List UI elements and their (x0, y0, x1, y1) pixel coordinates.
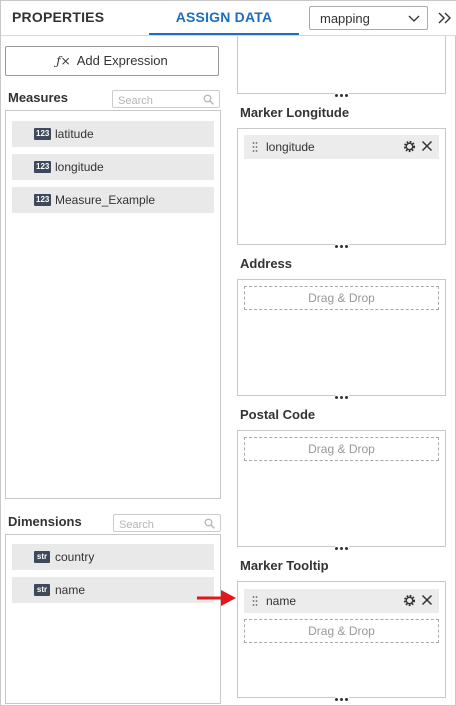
dimensions-heading: Dimensions (8, 514, 82, 529)
gear-icon[interactable] (403, 594, 416, 607)
list-item-longitude[interactable]: 123 longitude (12, 154, 214, 180)
number-type-badge: 123 (34, 161, 52, 173)
fx-icon: ƒ× (56, 54, 71, 68)
drag-drop-placeholder[interactable]: Drag & Drop (244, 619, 439, 643)
search-icon (203, 94, 214, 105)
measures-search[interactable] (112, 90, 220, 109)
gear-icon[interactable] (403, 140, 416, 153)
list-item-name[interactable]: str name (12, 577, 214, 603)
assign-data-panel: PROPERTIES ASSIGN DATA mapping ƒ× Add Exp… (0, 0, 456, 706)
panel-header: PROPERTIES ASSIGN DATA mapping (1, 1, 456, 36)
list-item-country[interactable]: str country (12, 544, 214, 570)
resize-handle-dots[interactable] (335, 93, 349, 99)
string-type-badge: str (34, 551, 50, 563)
add-expression-button[interactable]: ƒ× Add Expression (5, 46, 219, 76)
tab-properties[interactable]: PROPERTIES (12, 1, 104, 35)
field-name: country (55, 550, 95, 564)
drop-zone-postal-code[interactable]: Drag & Drop (237, 430, 446, 552)
drag-grip-icon[interactable] (252, 595, 258, 607)
dataset-select-value: mapping (320, 11, 370, 26)
drop-zone-address[interactable]: Drag & Drop (237, 279, 446, 401)
resize-handle-dots[interactable] (335, 244, 349, 250)
drag-drop-placeholder[interactable]: Drag & Drop (244, 437, 439, 461)
measures-search-input[interactable] (118, 93, 204, 109)
resize-handle-dots[interactable] (335, 395, 349, 401)
assigned-field-chip[interactable]: name (244, 589, 439, 613)
zone-label-address: Address (240, 256, 293, 271)
number-type-badge: 123 (34, 128, 52, 140)
zone-label-marker-longitude: Marker Longitude (240, 105, 350, 120)
resize-handle-dots[interactable] (335, 546, 349, 552)
chevron-down-icon (408, 15, 420, 22)
dataset-select[interactable]: mapping (309, 6, 428, 30)
arrow-right-icon (197, 590, 236, 606)
dimensions-search-input[interactable] (119, 517, 205, 533)
close-icon[interactable] (421, 594, 433, 606)
collapse-panel-icon[interactable] (436, 9, 452, 27)
field-name: longitude (55, 160, 104, 174)
chip-label: longitude (266, 140, 315, 154)
field-name: Measure_Example (55, 193, 156, 207)
close-icon[interactable] (421, 140, 433, 152)
dimensions-list: str country str name (5, 534, 221, 704)
drop-zone-top[interactable] (237, 36, 446, 99)
measures-list: 123 latitude 123 longitude 123 Measure_E… (5, 110, 221, 499)
search-icon (204, 518, 215, 529)
assigned-field-chip[interactable]: longitude (244, 135, 439, 159)
field-name: name (55, 583, 86, 597)
zone-label-postal-code: Postal Code (240, 407, 316, 422)
zone-label-marker-tooltip: Marker Tooltip (240, 558, 329, 573)
tab-assign-data[interactable]: ASSIGN DATA (149, 1, 299, 35)
list-item-measure-example[interactable]: 123 Measure_Example (12, 187, 214, 213)
resize-handle-dots[interactable] (335, 697, 349, 703)
field-name: latitude (55, 127, 94, 141)
drag-drop-placeholder[interactable]: Drag & Drop (244, 286, 439, 310)
number-type-badge: 123 (34, 194, 52, 206)
chip-label: name (266, 594, 297, 608)
add-expression-label: Add Expression (76, 53, 168, 68)
drag-grip-icon[interactable] (252, 141, 258, 153)
list-item-latitude[interactable]: 123 latitude (12, 121, 214, 147)
dimensions-search[interactable] (113, 514, 221, 533)
string-type-badge: str (34, 584, 50, 596)
drop-zone-marker-tooltip[interactable]: name Drag & Drop (237, 581, 446, 703)
drop-zone-marker-longitude[interactable]: longitude (237, 128, 446, 250)
measures-heading: Measures (8, 90, 68, 105)
